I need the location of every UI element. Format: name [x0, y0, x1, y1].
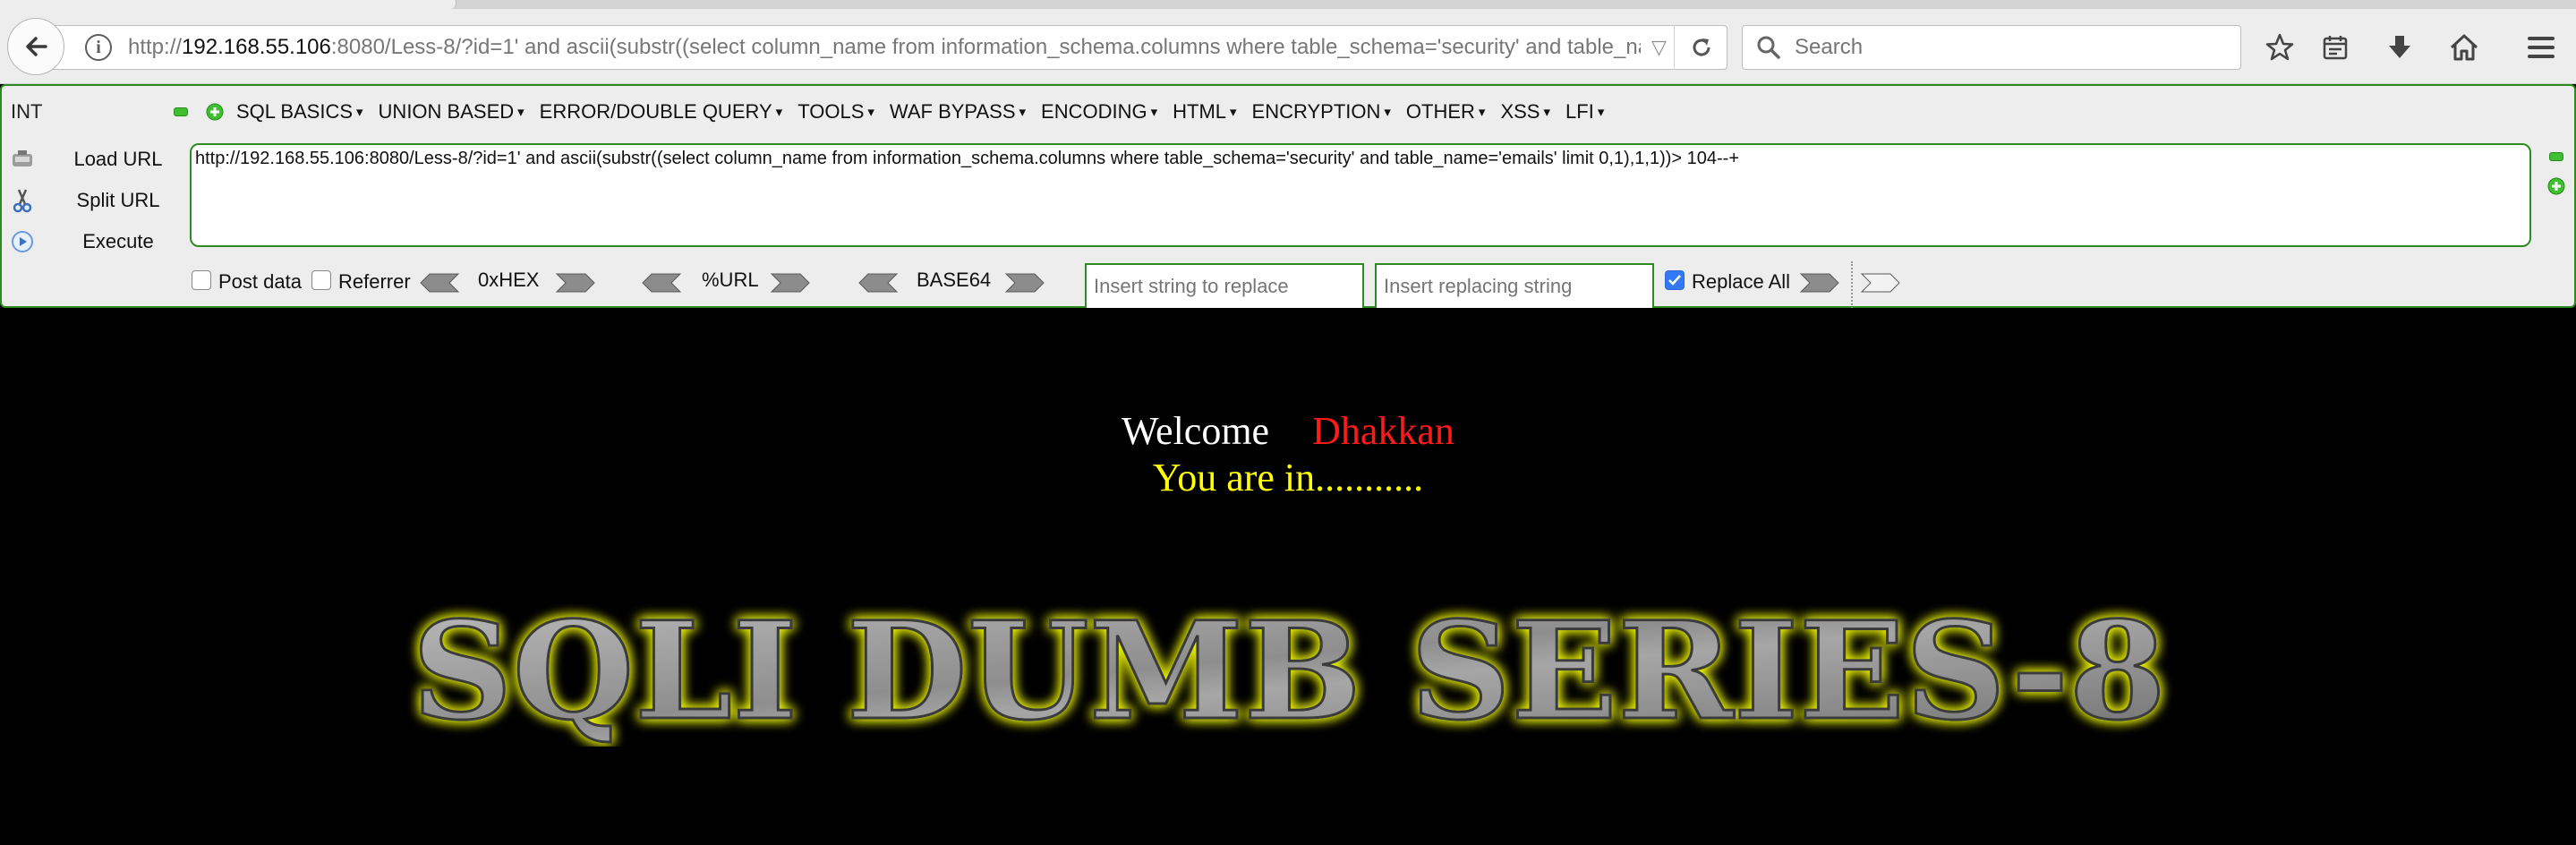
tab-strip	[0, 0, 2576, 9]
post-data-checkbox[interactable]	[192, 270, 211, 290]
replace-string-input[interactable]	[1085, 263, 1364, 310]
search-icon	[1757, 36, 1780, 59]
menu-tools[interactable]: TOOLS	[798, 100, 874, 124]
series-banner-logo: SQLI DUMB SERIES-8	[411, 603, 2168, 747]
separator	[1851, 261, 1853, 312]
reading-list-button[interactable]	[2315, 27, 2356, 68]
url-encode-label: %URL	[702, 269, 759, 291]
menu-encoding[interactable]: ENCODING	[1041, 100, 1157, 124]
replace-all-label[interactable]: Replace All	[1692, 270, 1790, 294]
info-icon[interactable]: i	[85, 34, 112, 61]
banner-text: SQLI DUMB SERIES-8	[412, 603, 2166, 747]
url-dropdown-icon[interactable]: ▽	[1651, 36, 1667, 59]
replace-all-checkbox[interactable]	[1665, 270, 1685, 290]
menu-encryption[interactable]: ENCRYPTION	[1252, 100, 1391, 124]
url-text[interactable]: http://192.168.55.106:8080/Less-8/?id=1'…	[128, 35, 1641, 60]
bookmark-star-icon	[2265, 33, 2294, 61]
browser-toolbar: i http://192.168.55.106:8080/Less-8/?id=…	[0, 0, 2576, 84]
status-text: You are in...........	[1152, 456, 1424, 499]
search-box[interactable]	[1742, 25, 2241, 70]
bookmark-button[interactable]	[2259, 27, 2300, 68]
active-tab[interactable]	[0, 0, 456, 9]
reload-icon	[1693, 38, 1710, 56]
split-url-button[interactable]: Split URL	[11, 184, 159, 217]
plus-icon[interactable]	[2547, 177, 2565, 195]
url-decode-arrow-icon[interactable]	[641, 272, 682, 294]
base64-encode-arrow-icon[interactable]	[1004, 272, 1045, 294]
hackbar-options-row: Post data Referrer 0xHEX %URL BASE64 Rep…	[2, 261, 2574, 312]
expand-plus-icon[interactable]	[206, 103, 224, 121]
menu-lfi[interactable]: LFI	[1565, 100, 1604, 124]
replacing-string-input[interactable]	[1375, 263, 1654, 310]
menu-other[interactable]: OTHER	[1406, 100, 1486, 124]
type-label[interactable]: INT	[11, 100, 42, 124]
reading-list-icon	[2323, 36, 2348, 60]
load-url-icon	[11, 148, 34, 171]
execute-button[interactable]: Execute	[11, 226, 154, 258]
hackbar-panel: INT SQL BASICS UNION BASED ERROR/DOUBLE QU…	[0, 84, 2576, 312]
referrer-checkbox[interactable]	[311, 270, 331, 290]
url-bar[interactable]: i http://192.168.55.106:8080/Less-8/?id=…	[50, 25, 1727, 70]
menu-xss[interactable]: XSS	[1500, 100, 1550, 124]
back-button[interactable]	[7, 18, 64, 75]
page-content: Welcome Dhakkan You are in........... SQL…	[0, 308, 2576, 845]
base64-decode-arrow-icon[interactable]	[857, 272, 899, 294]
hex-decode-arrow-icon[interactable]	[419, 272, 460, 294]
back-arrow-icon	[26, 37, 47, 56]
minus-icon[interactable]	[2549, 152, 2563, 161]
download-button[interactable]	[2379, 27, 2420, 68]
menu-union-based[interactable]: UNION BASED	[379, 100, 525, 124]
load-url-button[interactable]: Load URL	[11, 143, 163, 175]
username-text: Dhakkan	[1312, 409, 1454, 453]
collapse-icon[interactable]	[174, 107, 188, 116]
welcome-line: Welcome Dhakkan	[0, 408, 2576, 454]
referrer-label[interactable]: Referrer	[338, 270, 411, 294]
execute-label: Execute	[82, 230, 154, 252]
base64-label: BASE64	[917, 269, 992, 291]
reload-button[interactable]	[1674, 25, 1727, 70]
menu-icon	[2528, 37, 2555, 58]
search-input[interactable]	[1795, 35, 2224, 60]
load-url-label: Load URL	[73, 148, 163, 170]
menu-error-double-query[interactable]: ERROR/DOUBLE QUERY	[540, 100, 783, 124]
hex-label: 0xHEX	[478, 269, 540, 291]
menu-button[interactable]	[2521, 27, 2562, 68]
home-icon	[2450, 34, 2478, 61]
checkmark-icon	[1668, 275, 1681, 286]
hackbar-menubar: INT SQL BASICS UNION BASED ERROR/DOUBLE QU…	[2, 95, 2574, 125]
query-textarea[interactable]: http://192.168.55.106:8080/Less-8/?id=1'…	[190, 143, 2531, 247]
menu-waf-bypass[interactable]: WAF BYPASS	[890, 100, 1026, 124]
play-icon	[11, 230, 34, 253]
url-encode-arrow-icon[interactable]	[770, 272, 811, 294]
hex-encode-arrow-icon[interactable]	[555, 272, 596, 294]
replace-arrow-icon[interactable]	[1799, 272, 1840, 294]
hackbar-menus: SQL BASICS UNION BASED ERROR/DOUBLE QUERY T…	[236, 100, 1619, 124]
download-icon	[2389, 36, 2410, 58]
menu-html[interactable]: HTML	[1173, 100, 1236, 124]
post-data-label[interactable]: Post data	[218, 270, 302, 294]
welcome-text: Welcome	[1122, 409, 1270, 453]
scissors-icon	[11, 189, 34, 213]
menu-sql-basics[interactable]: SQL BASICS	[236, 100, 363, 124]
replace-execute-arrow-icon[interactable]	[1860, 272, 1901, 294]
split-url-label: Split URL	[76, 189, 160, 211]
home-button[interactable]	[2444, 27, 2485, 68]
